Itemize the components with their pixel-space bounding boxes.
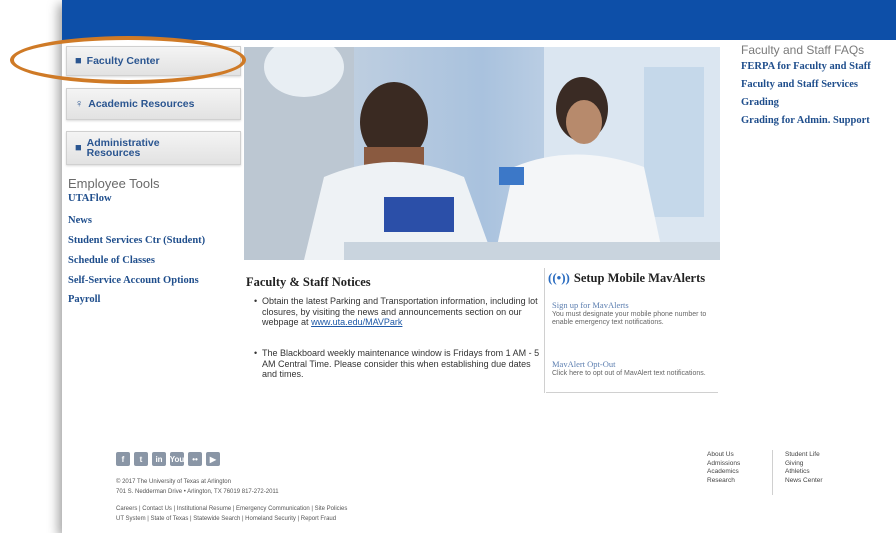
page-frame: ■ Faculty Center ♀ Academic Resources ■ …: [62, 0, 896, 533]
tool-link-schedule-of-classes[interactable]: Schedule of Classes: [68, 255, 155, 266]
tool-link-utaflow[interactable]: UTAFlow: [68, 193, 112, 204]
lab-photo: [244, 47, 720, 260]
video-icon[interactable]: ▶: [206, 452, 220, 466]
notices-heading: Faculty & Staff Notices: [246, 275, 371, 289]
footer-links-secondary[interactable]: UT System | State of Texas | Statewide S…: [116, 516, 336, 522]
faculty-center-label: Faculty Center: [86, 55, 160, 67]
twitter-icon[interactable]: t: [134, 452, 148, 466]
administrative-resources-label: Administrative Resources: [86, 137, 160, 159]
mavalerts-signup-text: You must designate your mobile phone num…: [552, 311, 707, 326]
mavalerts-title: Setup Mobile MavAlerts: [573, 270, 706, 285]
tool-link-payroll[interactable]: Payroll: [68, 294, 100, 305]
footer-link-admissions[interactable]: Admissions: [707, 460, 740, 469]
hero-image: [244, 47, 720, 260]
notice-blackboard: • The Blackboard weekly maintenance wind…: [254, 348, 540, 380]
bullet-icon: •: [254, 296, 258, 306]
footer-link-news-center[interactable]: News Center: [785, 477, 823, 486]
mavalerts-signup-link[interactable]: Sign up for MavAlerts: [552, 300, 629, 310]
mavalerts-optout-link[interactable]: MavAlert Opt-Out: [552, 359, 616, 369]
linkedin-icon[interactable]: in: [152, 452, 166, 466]
administrative-resources-button[interactable]: ■ Administrative Resources: [66, 131, 241, 165]
broadcast-icon: ((•)): [548, 270, 570, 285]
faq-link-ferpa[interactable]: FERPA for Faculty and Staff: [741, 61, 871, 72]
social-icons: f t in You •• ▶: [116, 452, 220, 466]
faq-link-grading-admin[interactable]: Grading for Admin. Support: [741, 115, 870, 126]
footer-col-divider: [772, 450, 773, 495]
lightbulb-icon: ♀: [75, 98, 84, 110]
faq-link-services[interactable]: Faculty and Staff Services: [741, 79, 858, 90]
bullet-icon: •: [254, 348, 258, 358]
footer-link-student-life[interactable]: Student Life: [785, 451, 823, 460]
mavpark-link[interactable]: www.uta.edu/MAVPark: [311, 317, 402, 327]
employee-tools-heading: Employee Tools: [68, 176, 160, 191]
notice-parking: • Obtain the latest Parking and Transpor…: [254, 296, 540, 328]
footer-copyright: © 2017 The University of Texas at Arling…: [116, 479, 231, 485]
flickr-icon[interactable]: ••: [188, 452, 202, 466]
briefcase-icon: ■: [75, 55, 82, 67]
mavalerts-optout-text: Click here to opt out of MavAlert text n…: [552, 370, 706, 377]
tool-link-student-services[interactable]: Student Services Ctr (Student): [68, 235, 205, 246]
footer-link-giving[interactable]: Giving: [785, 460, 823, 469]
academic-resources-button[interactable]: ♀ Academic Resources: [66, 88, 241, 120]
academic-resources-label: Academic Resources: [88, 98, 195, 110]
faculty-center-button[interactable]: ■ Faculty Center: [66, 46, 241, 76]
facebook-icon[interactable]: f: [116, 452, 130, 466]
youtube-icon[interactable]: You: [170, 452, 184, 466]
notice-blackboard-text: The Blackboard weekly maintenance window…: [262, 348, 540, 379]
footer-link-research[interactable]: Research: [707, 477, 740, 486]
footer-links-primary[interactable]: Careers | Contact Us | Institutional Res…: [116, 506, 347, 512]
footer-link-athletics[interactable]: Athletics: [785, 468, 823, 477]
footer-col-1: About Us Admissions Academics Research: [707, 451, 740, 485]
footer-col-2: Student Life Giving Athletics News Cente…: [785, 451, 823, 485]
tool-link-self-service[interactable]: Self-Service Account Options: [68, 275, 199, 286]
faq-link-grading[interactable]: Grading: [741, 97, 779, 108]
footer-link-about[interactable]: About Us: [707, 451, 740, 460]
mavalerts-underline: [546, 392, 718, 393]
tool-link-news[interactable]: News: [68, 215, 92, 226]
top-banner: [62, 0, 896, 40]
book-icon: ■: [75, 142, 82, 154]
footer-address: 701 S. Nedderman Drive • Arlington, TX 7…: [116, 489, 279, 495]
column-divider: [544, 268, 545, 393]
footer-link-academics[interactable]: Academics: [707, 468, 740, 477]
faq-heading: Faculty and Staff FAQs: [741, 43, 865, 57]
mavalerts-heading: ((•)) Setup Mobile MavAlerts: [548, 270, 705, 286]
